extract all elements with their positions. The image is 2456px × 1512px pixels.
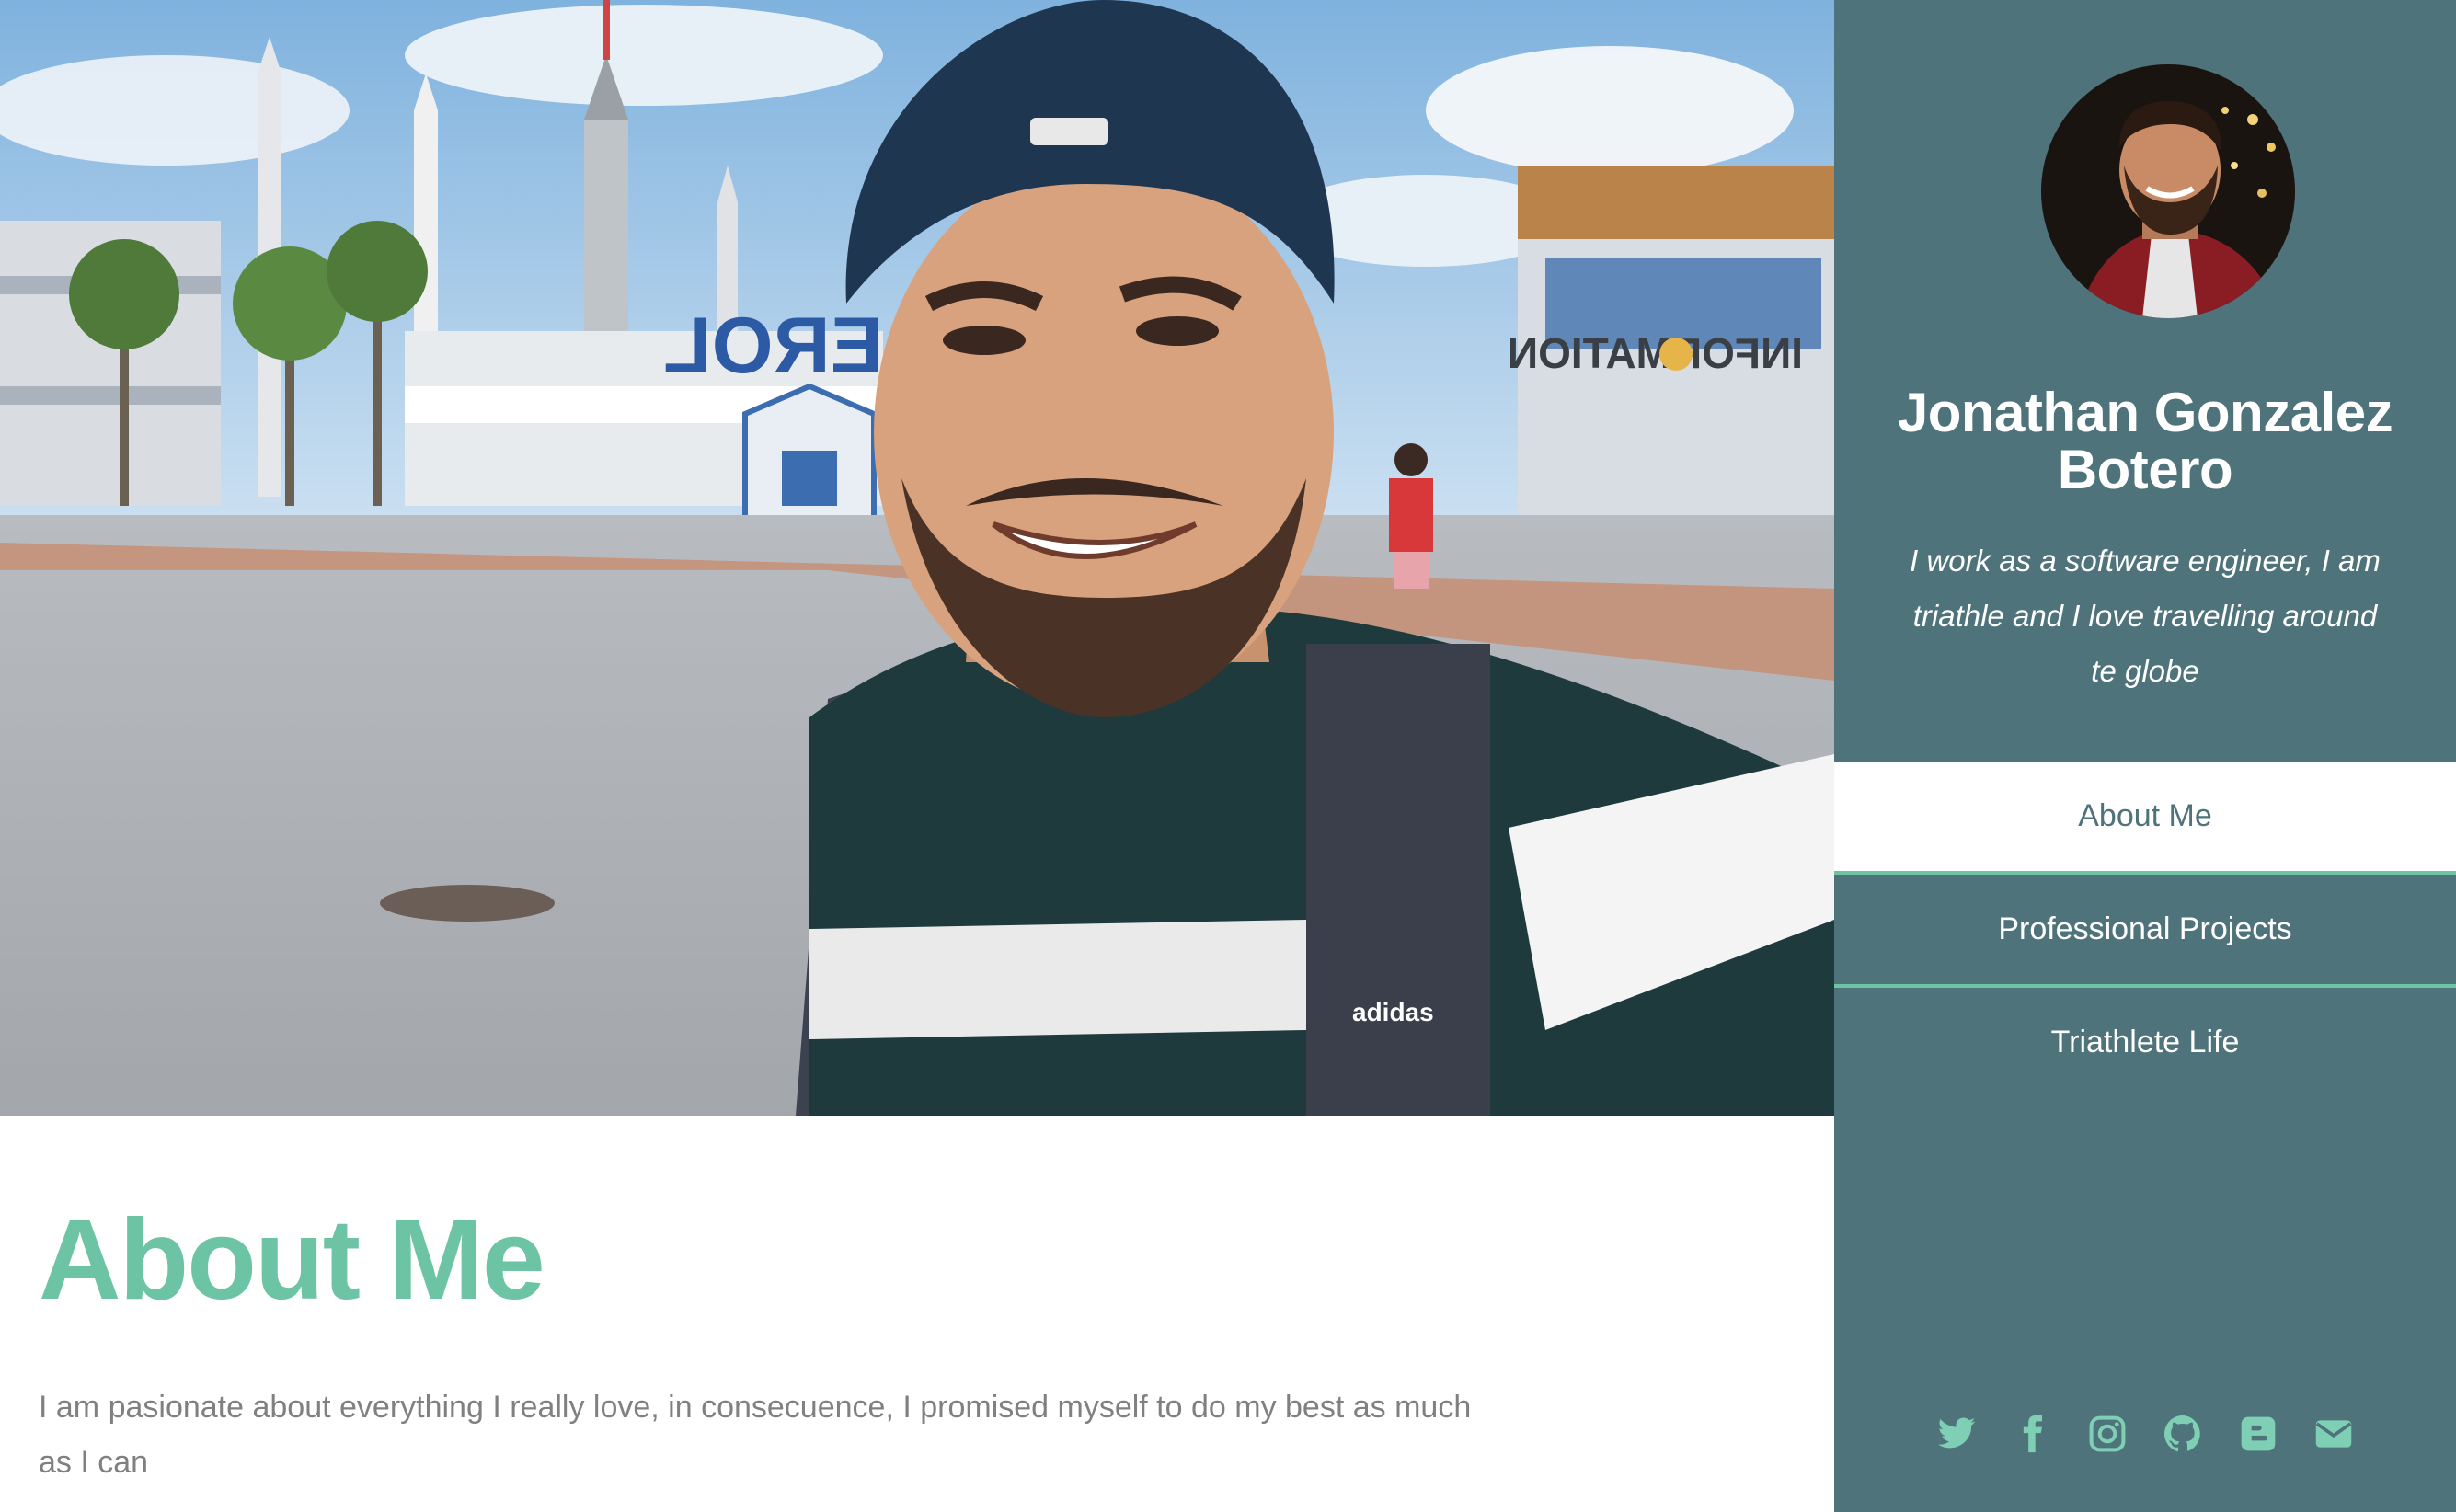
blogger-icon[interactable] [2236,1412,2280,1456]
svg-text:adidas: adidas [1352,998,1434,1026]
page: EROL INFORMATION adidas About Me I am pa… [0,0,2456,1512]
profile-name: Jonathan Gonzalez Botero [1897,382,2393,500]
nav-item-professional-projects[interactable]: Professional Projects [1834,875,2456,988]
nav-item-triathlete-life[interactable]: Triathlete Life [1834,988,2456,1097]
profile-tagline: I work as a software engineer, I am tria… [1910,544,2381,688]
github-icon[interactable] [2161,1412,2205,1456]
about-section: About Me I am pasionate about everything… [39,1196,1492,1490]
about-paragraph: I am pasionate about everything I really… [39,1390,1472,1480]
main-content: EROL INFORMATION adidas About Me I am pa… [0,0,1834,1512]
sidebar-nav: About Me Professional Projects Triathlet… [1834,762,2456,1097]
email-icon[interactable] [2312,1412,2356,1456]
sidebar: Jonathan Gonzalez Botero I work as a sof… [1834,0,2456,1512]
svg-text:EROL: EROL [663,302,883,390]
page-title: About Me [39,1197,545,1323]
instagram-icon[interactable] [2085,1412,2129,1456]
facebook-icon[interactable] [2010,1412,2054,1456]
twitter-icon[interactable] [1934,1412,1979,1456]
social-links [1834,1412,2456,1463]
nav-item-about-me[interactable]: About Me [1834,762,2456,875]
svg-text:INFORMATION: INFORMATION [1508,329,1803,377]
avatar [2041,64,2295,318]
hero-image: EROL INFORMATION adidas [0,0,1834,1116]
